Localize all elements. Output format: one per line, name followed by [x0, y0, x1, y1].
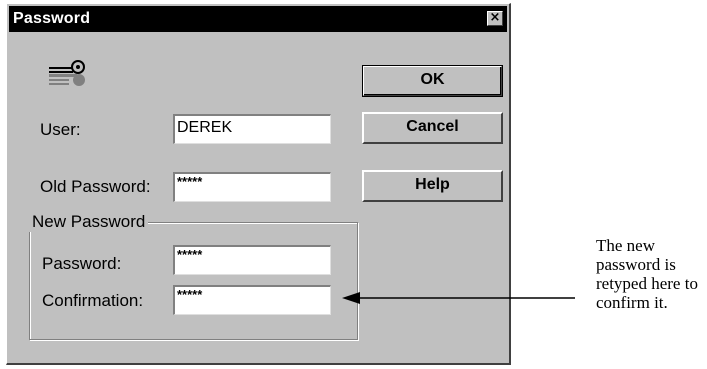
- user-label: User:: [40, 120, 81, 139]
- title-bar: Password ×: [9, 6, 507, 32]
- cancel-button[interactable]: Cancel: [362, 112, 503, 144]
- close-icon: ×: [489, 10, 501, 25]
- confirmation-label: Confirmation:: [42, 291, 144, 310]
- old-password-field[interactable]: *****: [173, 172, 331, 202]
- old-password-label: Old Password:: [40, 177, 151, 196]
- user-field[interactable]: DEREK: [173, 114, 331, 144]
- new-password-label: Password:: [42, 254, 122, 273]
- ok-button[interactable]: OK: [362, 65, 503, 97]
- close-button[interactable]: ×: [487, 10, 503, 26]
- help-button[interactable]: Help: [362, 170, 503, 202]
- password-dialog: Password × User: DEREK Old Password: ***…: [6, 3, 511, 365]
- dialog-title: Password: [13, 10, 91, 27]
- key-icon: [49, 60, 85, 86]
- new-password-field[interactable]: *****: [173, 245, 331, 275]
- new-password-group-title: New Password: [29, 212, 149, 232]
- annotation-arrow: [342, 292, 575, 304]
- confirmation-field[interactable]: *****: [173, 285, 331, 315]
- annotation-text: The new password is retyped here to conf…: [596, 236, 698, 312]
- new-password-groupbox: [29, 222, 358, 340]
